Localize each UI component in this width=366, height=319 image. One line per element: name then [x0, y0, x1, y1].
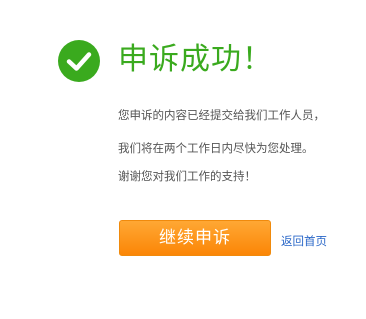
- return-home-link[interactable]: 返回首页: [281, 234, 327, 248]
- appeal-success-page: 申诉成功！ 您申诉的内容已经提交给我们工作人员， 我们将在两个工作日内尽快为您处…: [0, 0, 366, 319]
- check-circle-icon: [58, 40, 100, 82]
- success-title: 申诉成功！: [118, 42, 273, 77]
- message-line-1: 您申诉的内容已经提交给我们工作人员，: [118, 108, 325, 122]
- message-line-3: 谢谢您对我们工作的支持！: [118, 169, 256, 183]
- message-line-2: 我们将在两个工作日内尽快为您处理。: [118, 141, 314, 155]
- continue-appeal-button[interactable]: 继续申诉: [119, 220, 271, 256]
